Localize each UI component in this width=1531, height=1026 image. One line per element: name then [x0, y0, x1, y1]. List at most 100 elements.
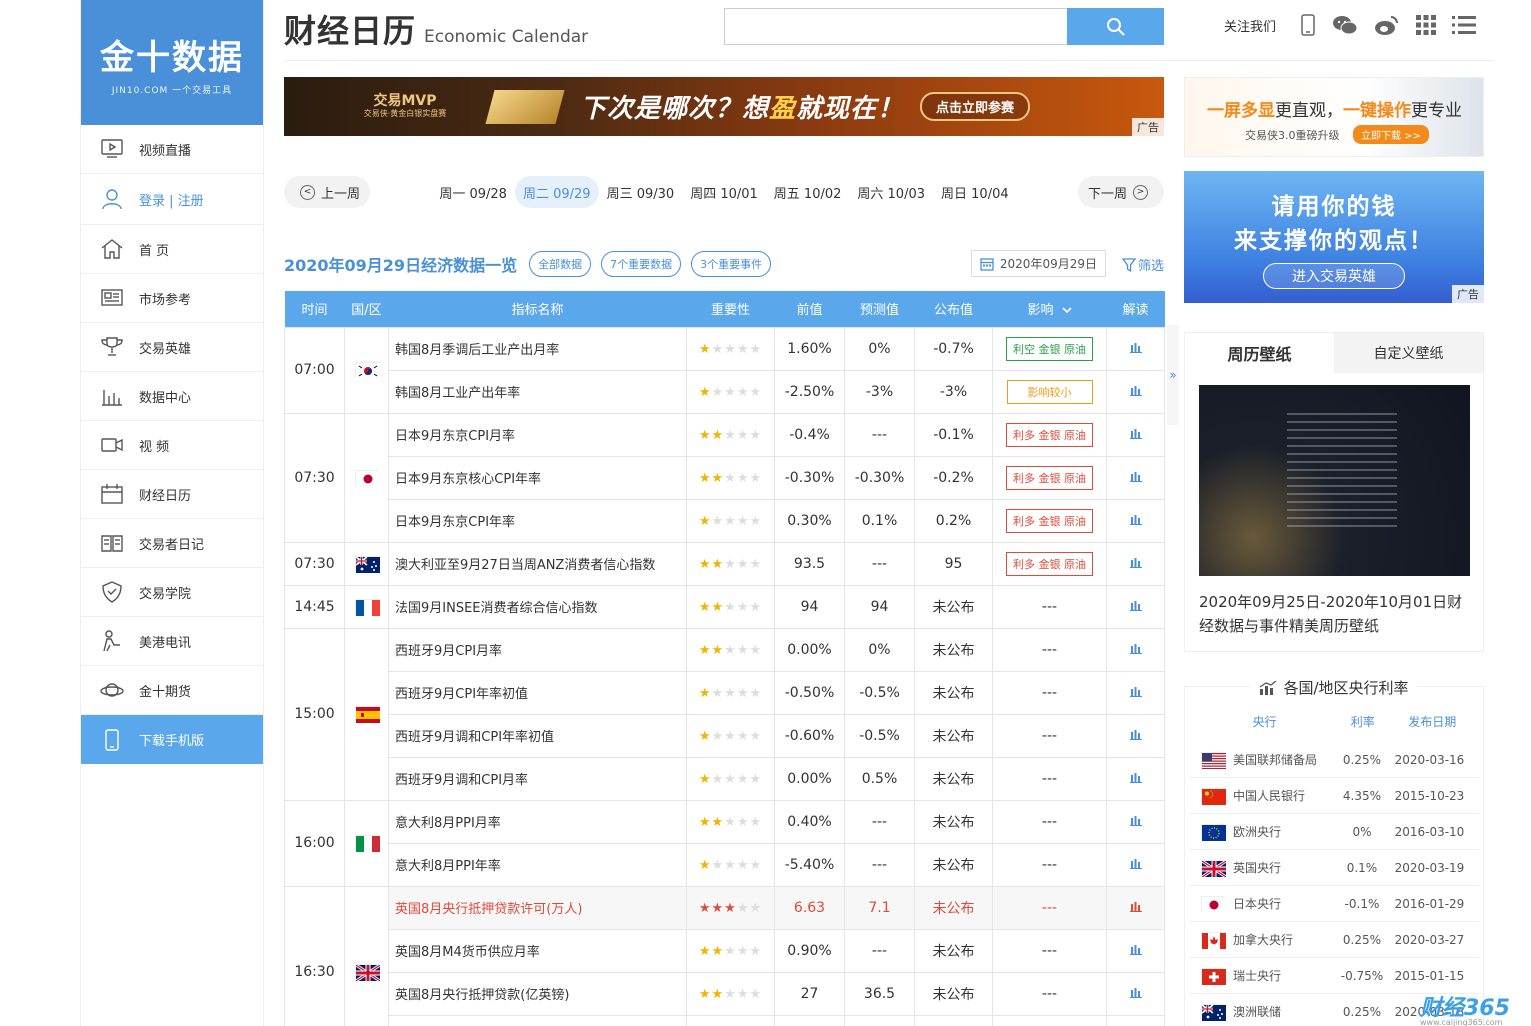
- table-row[interactable]: 07:30 日本9月东京CPI月率 ★ ★ ★ ★ ★ -0.4% --- -0.1% 利多 金银 …: [284, 412, 1165, 543]
- table-row[interactable]: 14:45 法国9月INSEE消费者综合信心指数 ★ ★ ★ ★ ★ 94 94 未公布 ---: [284, 584, 1165, 629]
- bar-chart-icon[interactable]: [1129, 513, 1143, 529]
- day-tab[interactable]: 周一 09/28: [431, 176, 515, 208]
- search-button[interactable]: [1067, 8, 1164, 45]
- filter-button[interactable]: 筛选: [1121, 255, 1164, 274]
- prev-week-button[interactable]: < 上一周: [284, 176, 371, 208]
- indicator-name[interactable]: 英国8月央行抵押贷款许可(万人): [388, 885, 687, 930]
- sidebar-item-book[interactable]: 交易者日记: [81, 519, 263, 568]
- interpretation-cell[interactable]: [1106, 756, 1165, 801]
- interpretation-cell[interactable]: [1106, 627, 1165, 672]
- collapse-panel-button[interactable]: »: [1167, 325, 1179, 425]
- table-row[interactable]: 英国8月央行消费信贷(亿英镑)★★★★★1214.5未公布---: [285, 1014, 1165, 1026]
- interpretation-cell[interactable]: [1106, 799, 1165, 844]
- bar-chart-icon[interactable]: [1129, 384, 1143, 400]
- rate-row[interactable]: 加拿大央行 0.25% 2020-03-27: [1189, 922, 1479, 958]
- bar-chart-icon[interactable]: [1129, 556, 1143, 572]
- interpretation-cell[interactable]: [1106, 412, 1165, 457]
- indicator-name[interactable]: 日本9月东京核心CPI年率: [388, 455, 687, 500]
- bar-chart-icon[interactable]: [1129, 900, 1143, 916]
- pill-important-data[interactable]: 7个重要数据: [601, 251, 682, 277]
- sidebar-item-bar-chart[interactable]: 数据中心: [81, 372, 263, 421]
- indicator-name[interactable]: 英国8月央行抵押贷款(亿英镑): [388, 971, 687, 1016]
- day-tab[interactable]: 周六 10/03: [849, 176, 933, 208]
- table-row[interactable]: 西班牙9月CPI年率初值 ★ ★ ★ ★ ★ -0.50% -0.5% 未公布 ---: [285, 670, 1165, 715]
- interpretation-cell[interactable]: [1106, 498, 1165, 543]
- interpretation-cell[interactable]: [1106, 584, 1165, 629]
- sidebar-item-video-camera[interactable]: 视 频: [81, 421, 263, 470]
- rate-row[interactable]: 欧洲央行 0% 2016-03-10: [1189, 814, 1479, 850]
- table-row[interactable]: 英国8月央行抵押贷款(亿英镑) ★ ★ ★ ★ ★ 27 36.5 未公布 ---: [285, 971, 1165, 1016]
- banner-ad[interactable]: 交易MVP 交易侠·黄金白银实盘赛 下次是哪次？想盈就现在！ 点击立即参赛 广告: [284, 77, 1164, 136]
- rate-row[interactable]: 英国央行 0.1% 2020-03-19: [1189, 850, 1479, 886]
- indicator-name[interactable]: 韩国8月工业产出年率: [388, 369, 687, 414]
- ad-trading-app[interactable]: 一屏多显更直观，一键操作更专业 交易侠3.0重磅升级 立即下载 >>: [1184, 77, 1484, 157]
- sidebar-item-calendar[interactable]: 财经日历: [81, 470, 263, 519]
- mobile-icon[interactable]: [1300, 14, 1316, 36]
- rate-row[interactable]: 日本央行 -0.1% 2016-01-29: [1189, 886, 1479, 922]
- day-tab[interactable]: 周三 09/30: [599, 176, 683, 208]
- table-row[interactable]: 西班牙9月调和CPI年率初值 ★ ★ ★ ★ ★ -0.60% -0.5% 未公布 ---: [285, 713, 1165, 758]
- table-row[interactable]: 07:00 韩国8月季调后工业产出月率 ★ ★ ★ ★ ★ 1.60% 0% -0.7% 利空 金银…: [284, 326, 1165, 414]
- date-picker[interactable]: 2020年09月29日: [970, 250, 1106, 277]
- sidebar-item-home[interactable]: 首 页: [81, 225, 263, 274]
- pill-all-data[interactable]: 全部数据: [529, 251, 592, 277]
- rate-row[interactable]: 美国联邦储备局 0.25% 2020-03-16: [1189, 742, 1479, 778]
- day-tab[interactable]: 周二 09/29: [514, 176, 599, 208]
- bar-chart-icon[interactable]: [1129, 986, 1143, 1002]
- interpretation-cell[interactable]: [1106, 670, 1165, 715]
- indicator-name[interactable]: 英国8月央行消费信贷(亿英镑): [388, 1014, 687, 1026]
- sidebar-item-play-screen[interactable]: 视频直播: [81, 125, 263, 174]
- wallpaper-thumbnail[interactable]: [1199, 385, 1470, 576]
- logo[interactable]: 金十数据 JIN10.COM 一个交易工具: [81, 0, 263, 125]
- tab-custom-wallpaper[interactable]: 自定义壁纸: [1334, 333, 1483, 373]
- ad1-download-button[interactable]: 立即下载 >>: [1353, 125, 1429, 144]
- bar-chart-icon[interactable]: [1129, 427, 1143, 443]
- interpretation-cell[interactable]: [1106, 369, 1165, 414]
- day-tab[interactable]: 周日 10/04: [933, 176, 1017, 208]
- bar-chart-icon[interactable]: [1129, 728, 1143, 744]
- indicator-name[interactable]: 意大利8月PPI年率: [388, 842, 687, 887]
- sidebar-item-planet[interactable]: 金十期货: [81, 666, 263, 715]
- indicator-name[interactable]: 西班牙9月CPI年率初值: [388, 670, 687, 715]
- sidebar-item-newspaper[interactable]: 市场参考: [81, 274, 263, 323]
- wechat-icon[interactable]: [1332, 14, 1358, 36]
- rate-row[interactable]: 瑞士央行 -0.75% 2015-01-15: [1189, 958, 1479, 994]
- bar-chart-icon[interactable]: [1129, 771, 1143, 787]
- sidebar-item-mobile[interactable]: 下载手机版: [81, 715, 263, 764]
- table-row[interactable]: 日本9月东京核心CPI年率 ★ ★ ★ ★ ★ -0.30% -0.30% -0.2% 利多 金银…: [285, 455, 1165, 500]
- indicator-name[interactable]: 西班牙9月CPI月率: [388, 627, 687, 672]
- bar-chart-icon[interactable]: [1129, 642, 1143, 658]
- next-week-button[interactable]: 下一周 >: [1077, 176, 1164, 208]
- table-row[interactable]: 韩国8月工业产出年率 ★ ★ ★ ★ ★ -2.50% -3% -3% 影响较小: [285, 369, 1165, 414]
- interpretation-cell[interactable]: [1106, 1014, 1165, 1026]
- interpretation-cell[interactable]: [1106, 713, 1165, 758]
- sidebar-item-trophy[interactable]: 交易英雄: [81, 323, 263, 372]
- follow-us-link[interactable]: 关注我们: [1224, 16, 1276, 35]
- indicator-name[interactable]: 日本9月东京CPI年率: [388, 498, 687, 543]
- interpretation-cell[interactable]: [1106, 541, 1165, 586]
- bar-chart-icon[interactable]: [1129, 685, 1143, 701]
- interpretation-cell[interactable]: [1106, 885, 1165, 930]
- list-icon[interactable]: [1452, 15, 1477, 35]
- sidebar-item-news-person[interactable]: 美港电讯: [81, 617, 263, 666]
- bar-chart-icon[interactable]: [1129, 470, 1143, 486]
- banner-cta-button[interactable]: 点击立即参赛: [920, 92, 1031, 121]
- interpretation-cell[interactable]: [1106, 971, 1165, 1016]
- table-row[interactable]: 英国8月M4货币供应月率 ★ ★ ★ ★ ★ 0.90% --- 未公布 ---: [285, 928, 1165, 973]
- day-tab[interactable]: 周四 10/01: [682, 176, 766, 208]
- bar-chart-icon[interactable]: [1129, 943, 1143, 959]
- indicator-name[interactable]: 韩国8月季调后工业产出月率: [388, 326, 687, 371]
- search-input[interactable]: [724, 8, 1067, 45]
- sidebar-item-shield[interactable]: 交易学院: [81, 568, 263, 617]
- table-row[interactable]: 意大利8月PPI年率 ★ ★ ★ ★ ★ -5.40% --- 未公布 ---: [285, 842, 1165, 887]
- bar-chart-icon[interactable]: [1129, 341, 1143, 357]
- indicator-name[interactable]: 西班牙9月调和CPI月率: [388, 756, 687, 801]
- grid-icon[interactable]: [1416, 15, 1437, 35]
- rate-row[interactable]: 中国人民银行 4.35% 2015-10-23: [1189, 778, 1479, 814]
- table-row[interactable]: 16:30 英国8月央行抵押贷款许可(万人) ★ ★ ★ ★ ★ 6.63 7.1 未公布 ---: [284, 885, 1165, 1026]
- table-row[interactable]: 西班牙9月调和CPI月率 ★ ★ ★ ★ ★ 0.00% 0.5% 未公布 ---: [285, 756, 1165, 801]
- indicator-name[interactable]: 意大利8月PPI月率: [388, 799, 687, 844]
- interpretation-cell[interactable]: [1106, 455, 1165, 500]
- ad2-cta-button[interactable]: 进入交易英雄: [1263, 263, 1405, 289]
- wallpaper-caption[interactable]: 2020年09月25日-2020年10月01日财经数据与事件精美周历壁纸: [1199, 590, 1469, 638]
